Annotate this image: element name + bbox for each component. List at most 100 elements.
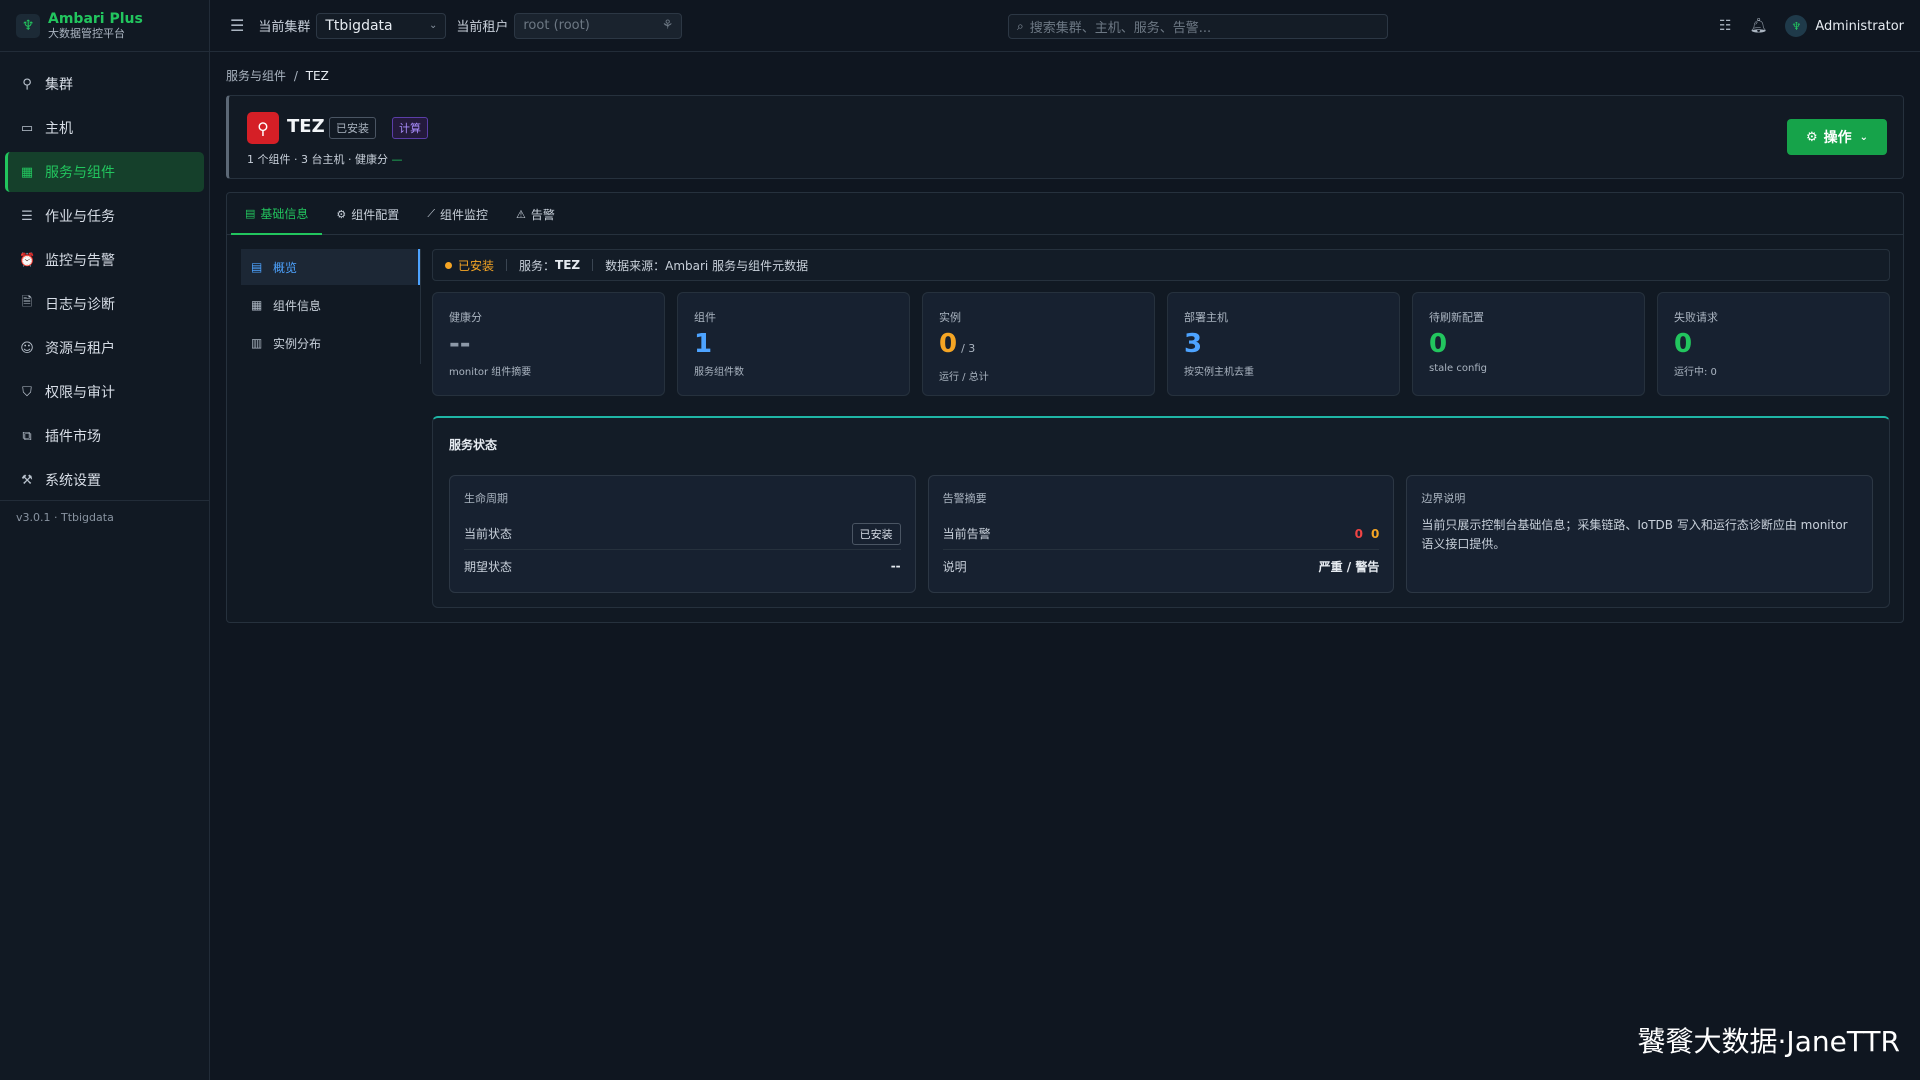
kpi-sub: stale config [1429, 363, 1487, 374]
kpi-components: 组件 1 服务组件数 [677, 292, 910, 396]
status-dot [445, 261, 452, 269]
main-panel: ▤ 基础信息 ⚙ 组件配置 ⟋ 组件监控 ⚠ 告警 ▤ 概览 ▦ 组件信息 ▥ 实例分布 已安… [226, 192, 1904, 623]
kpi-total: / 3 [961, 342, 976, 355]
user-name[interactable]: Administrator [1815, 19, 1904, 34]
tabs: ▤ 基础信息 ⚙ 组件配置 ⟋ 组件监控 ⚠ 告警 [227, 193, 1903, 235]
kpi-stale-config: 待刷新配置 0 stale config [1412, 292, 1645, 396]
sidebar-item-label: 集群 [45, 77, 73, 93]
watermark: 饕餮大数据·JaneTTR [1637, 1025, 1900, 1058]
sidebar-item-services[interactable]: ▦ 服务与组件 [5, 152, 204, 192]
kpi-label: 部署主机 [1184, 311, 1228, 324]
divider [592, 259, 594, 271]
service-name: TEZ [287, 116, 325, 137]
tab-basic-info[interactable]: ▤ 基础信息 [231, 193, 323, 235]
service-header-card: ⚲ TEZ 已安装 计算 1 个组件 · 3 台主机 · 健康分 — ⚙ 操作 … [226, 95, 1904, 179]
grid-icon: ▦ [20, 164, 34, 180]
cluster-select[interactable]: Ttbigdata ⌄ [316, 12, 447, 39]
subnav-item-label: 组件信息 [273, 298, 322, 313]
kpi-instances: 实例 0/ 3 运行 / 总计 [922, 292, 1155, 396]
brand-title: Ambari Plus [48, 10, 143, 27]
kpi-sub: 运行中: 0 [1674, 367, 1717, 378]
row-value: 严重 / 警告 [1318, 559, 1380, 574]
tab-component-monitor[interactable]: ⟋ 组件监控 [413, 193, 502, 235]
wrench-icon: ⚒ [21, 472, 33, 488]
sidebar-item-permissions[interactable]: ⛉ 权限与审计 [5, 372, 204, 412]
sidebar-item-jobs[interactable]: ☰ 作业与任务 [5, 196, 204, 236]
avatar[interactable]: ♆ [1785, 15, 1808, 37]
tab-component-config[interactable]: ⚙ 组件配置 [322, 193, 413, 235]
sidebar-item-monitoring[interactable]: ⏰ 监控与告警 [5, 240, 204, 280]
kpi-sub: 运行 / 总计 [939, 372, 989, 383]
tenant-tree-icon: ⚘ [661, 18, 674, 33]
sidebar-item-label: 系统设置 [45, 473, 101, 489]
monitor-icon: ▭ [20, 120, 34, 136]
divider [506, 259, 508, 271]
chevron-down-icon: ⌄ [1859, 131, 1869, 143]
plugin-icon: ⧉ [22, 428, 32, 444]
service-status-title: 服务状态 [449, 438, 498, 452]
status-state: 已安装 [458, 258, 495, 273]
sidebar-item-plugins[interactable]: ⧉ 插件市场 [5, 416, 204, 456]
gear-icon: ⚙ [1805, 129, 1818, 145]
tab-label: 组件配置 [351, 207, 400, 222]
operations-button[interactable]: ⚙ 操作 ⌄ [1787, 119, 1887, 155]
alerts-current-row: 当前告警 00 [942, 518, 1380, 550]
tab-label: 基础信息 [260, 206, 309, 221]
alerts-note-row: 说明 严重 / 警告 [943, 550, 1380, 582]
sidebar-item-hosts[interactable]: ▭ 主机 [5, 108, 204, 148]
shield-icon: ⛉ [22, 384, 32, 400]
alert-counts: 00 [1355, 527, 1380, 541]
breadcrumb-parent[interactable]: 服务与组件 [226, 69, 286, 83]
kpi-value: -- [449, 329, 471, 359]
service-meta-health: — [391, 153, 403, 166]
search-input[interactable]: ⌕ 搜索集群、主机、服务、告警... [1008, 14, 1388, 39]
top-right-actions: ☷ 🔔︎ ♆ Administrator [1701, 0, 1904, 52]
tab-alerts[interactable]: ⚠ 告警 [502, 193, 569, 235]
row-label: 当前状态 [464, 527, 513, 541]
search-placeholder: 搜索集群、主机、服务、告警... [1029, 21, 1212, 36]
kpi-health: 健康分 -- monitor 组件摘要 [432, 292, 665, 396]
distribution-icon: ▥ [251, 336, 263, 350]
row-value: -- [890, 559, 901, 573]
data-source: 数据来源：Ambari 服务与组件元数据 [605, 258, 809, 273]
bell-icon[interactable]: 🔔︎ [1750, 18, 1768, 34]
sidebar-item-label: 服务与组件 [45, 165, 115, 181]
breadcrumb: 服务与组件 / TEZ [226, 67, 329, 84]
cluster-label: 当前集群 [258, 20, 311, 35]
sidebar-item-resources[interactable]: ☺ 资源与租户 [5, 328, 204, 368]
sidebar-item-label: 权限与审计 [45, 385, 115, 401]
sidebar-item-logs[interactable]: 🗎 日志与诊断 [5, 284, 204, 324]
lifecycle-expected-row: 期望状态 -- [464, 550, 901, 582]
kpi-failed-requests: 失败请求 0 运行中: 0 [1657, 292, 1890, 396]
tab-label: 组件监控 [440, 207, 489, 222]
menu-toggle-icon[interactable]: ☰ [230, 16, 244, 35]
service-value: TEZ [555, 258, 581, 272]
kpi-label: 实例 [939, 311, 961, 324]
task-list-icon[interactable]: ☷ [1719, 18, 1732, 34]
gear-icon: ⚙ [336, 207, 347, 221]
box-title: 告警摘要 [942, 492, 987, 505]
brand[interactable]: ♆ Ambari Plus 大数据管控平台 [0, 0, 209, 52]
service-icon: ⚲ [247, 112, 279, 144]
sidebar-item-settings[interactable]: ⚒ 系统设置 [5, 460, 204, 500]
kpi-row: 健康分 -- monitor 组件摘要 组件 1 服务组件数 实例 0/ 3 运… [432, 292, 1890, 396]
warning-count: 0 [1370, 526, 1380, 541]
subnav-item-distribution[interactable]: ▥ 实例分布 [241, 325, 420, 361]
sidebar-item-label: 插件市场 [45, 429, 101, 445]
sidebar-item-cluster[interactable]: ⚲ 集群 [5, 64, 204, 104]
cluster-select-value: Ttbigdata [325, 17, 393, 34]
info-icon: ▤ [245, 206, 256, 220]
kpi-value-wrap: 0/ 3 [939, 329, 1138, 364]
subnav-item-overview[interactable]: ▤ 概览 [241, 249, 420, 285]
operations-button-label: 操作 [1823, 130, 1852, 146]
sidebar-item-label: 监控与告警 [45, 253, 115, 269]
tenant-field[interactable]: root (root) ⚘ [514, 12, 683, 39]
service-meta: 1 个组件 · 3 台主机 · 健康分 — [247, 151, 402, 167]
kpi-value: 0 [1674, 329, 1693, 359]
subnav-item-components[interactable]: ▦ 组件信息 [241, 287, 420, 323]
log-icon: 🗎 [21, 295, 33, 310]
subnav-item-label: 概览 [273, 260, 298, 275]
siren-icon: ⏰ [19, 252, 36, 268]
boundary-text: 当前只展示控制台基础信息；采集链路、IoTDB 写入和运行态诊断应由 monit… [1421, 518, 1848, 551]
topbar: ☰ 当前集群 Ttbigdata ⌄ 当前租户 root (root) ⚘ ⌕ … [210, 0, 1920, 52]
